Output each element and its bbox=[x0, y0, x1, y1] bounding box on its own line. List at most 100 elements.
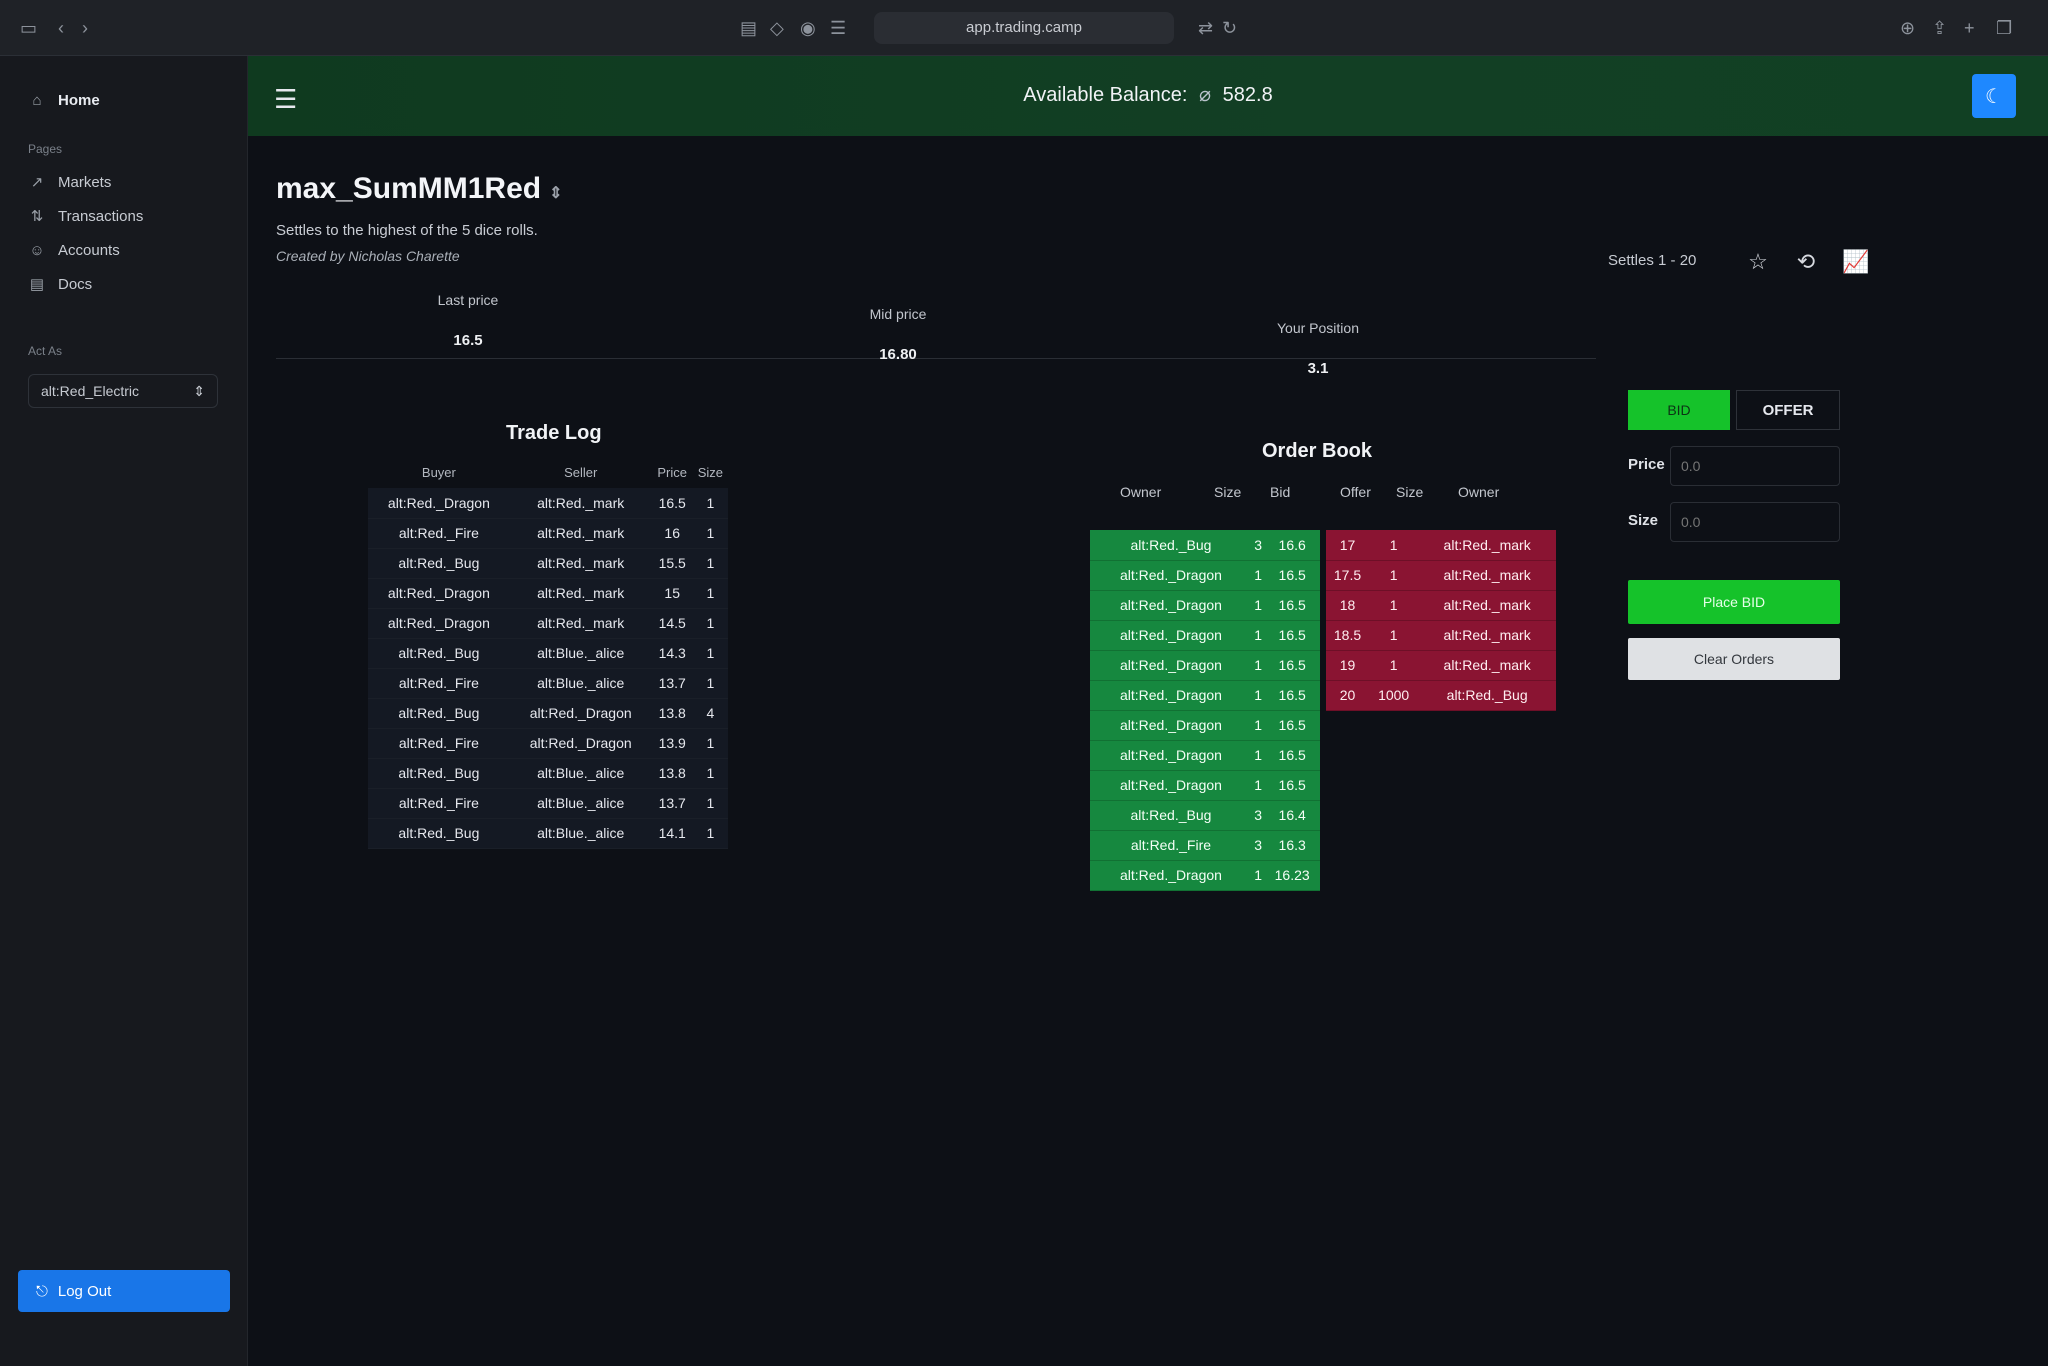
sidebar-item-home[interactable]: ⌂ Home bbox=[28, 86, 100, 114]
sidebar-item-accounts[interactable]: ☺ Accounts bbox=[28, 236, 119, 264]
price-input[interactable] bbox=[1670, 446, 1840, 486]
table-cell: 13.8 bbox=[651, 698, 693, 729]
offer-row[interactable]: 20 1000 alt:Red._Bug bbox=[1326, 680, 1556, 711]
sidebar-toggle-icon[interactable]: ▭ bbox=[20, 16, 37, 40]
market-title[interactable]: max_SumMM1Red ⇕ bbox=[276, 172, 562, 206]
table-cell: alt:Red._Bug bbox=[368, 638, 510, 669]
table-cell: 1 bbox=[1251, 560, 1265, 591]
trade-row[interactable]: alt:Red._Fire alt:Red._mark 16 1 bbox=[368, 518, 728, 549]
history-button[interactable]: ⟲ bbox=[1786, 242, 1826, 282]
trade-row[interactable]: alt:Red._Fire alt:Red._Dragon 13.9 1 bbox=[368, 728, 728, 759]
size-input[interactable] bbox=[1670, 502, 1840, 542]
menu-icon[interactable]: ☰ bbox=[274, 84, 297, 115]
trade-row[interactable]: alt:Red._Bug alt:Blue._alice 14.1 1 bbox=[368, 818, 728, 849]
forward-icon[interactable]: › bbox=[82, 16, 88, 40]
clear-orders-button[interactable]: Clear Orders bbox=[1628, 638, 1840, 680]
offer-row[interactable]: 18 1 alt:Red._mark bbox=[1326, 590, 1556, 621]
offer-row[interactable]: 18.5 1 alt:Red._mark bbox=[1326, 620, 1556, 651]
bid-row[interactable]: alt:Red._Fire 3 16.3 bbox=[1090, 830, 1320, 861]
table-cell: alt:Red._Bug bbox=[1090, 530, 1252, 561]
table-cell: alt:Red._Bug bbox=[368, 698, 510, 729]
offer-row[interactable]: 19 1 alt:Red._mark bbox=[1326, 650, 1556, 681]
table-cell: 3 bbox=[1251, 830, 1265, 861]
last-price-label: Last price bbox=[437, 292, 499, 308]
share-icon[interactable]: ⇪ bbox=[1932, 16, 1947, 40]
trade-row[interactable]: alt:Red._Fire alt:Blue._alice 13.7 1 bbox=[368, 668, 728, 699]
table-cell: alt:Red._Fire bbox=[368, 668, 510, 699]
table-cell: alt:Red._Dragon bbox=[1090, 680, 1252, 711]
bid-row[interactable]: alt:Red._Bug 3 16.6 bbox=[1090, 530, 1320, 561]
offer-tab[interactable]: OFFER bbox=[1736, 390, 1840, 430]
back-icon[interactable]: ‹ bbox=[58, 16, 64, 40]
bid-row[interactable]: alt:Red._Dragon 1 16.5 bbox=[1090, 650, 1320, 681]
bid-row[interactable]: alt:Red._Dragon 1 16.5 bbox=[1090, 740, 1320, 771]
extension-icon[interactable]: ☰ bbox=[830, 16, 846, 40]
bid-row[interactable]: alt:Red._Dragon 1 16.5 bbox=[1090, 590, 1320, 621]
address-bar[interactable]: app.trading.camp bbox=[874, 12, 1174, 44]
trade-row[interactable]: alt:Red._Bug alt:Red._Dragon 13.8 4 bbox=[368, 698, 728, 729]
sidebar-item-transactions[interactable]: ⇅ Transactions bbox=[28, 202, 144, 230]
act-as-value: alt:Red_Electric bbox=[41, 383, 140, 399]
bid-tab[interactable]: BID bbox=[1628, 390, 1730, 430]
table-cell: alt:Red._Dragon bbox=[1090, 740, 1252, 771]
star-button[interactable]: ☆ bbox=[1738, 242, 1778, 282]
last-price-stat: Last price 16.5 bbox=[348, 292, 588, 349]
table-cell: alt:Red._Dragon bbox=[1090, 650, 1252, 681]
bid-row[interactable]: alt:Red._Dragon 1 16.5 bbox=[1090, 710, 1320, 741]
trade-row[interactable]: alt:Red._Dragon alt:Red._mark 15 1 bbox=[368, 578, 728, 609]
column-header: Price bbox=[657, 464, 687, 480]
table-cell: 14.5 bbox=[651, 608, 693, 639]
order-side-toggle: BID OFFER bbox=[1628, 390, 1840, 430]
table-cell: 1 bbox=[692, 608, 728, 639]
table-cell: 14.3 bbox=[651, 638, 693, 669]
sidebar-item-docs[interactable]: ▤ Docs bbox=[28, 270, 92, 298]
reload-icon[interactable]: ↻ bbox=[1222, 16, 1237, 40]
table-cell: alt:Red._mark bbox=[509, 518, 652, 549]
table-cell: 18.5 bbox=[1326, 620, 1370, 651]
privacy-icon[interactable]: ◉ bbox=[800, 16, 816, 40]
transfer-icon: ⇅ bbox=[30, 208, 44, 225]
sidebar-item-markets[interactable]: ↗ Markets bbox=[28, 168, 112, 196]
bid-row[interactable]: alt:Red._Dragon 1 16.5 bbox=[1090, 770, 1320, 801]
table-cell: 16 bbox=[651, 518, 693, 549]
bid-row[interactable]: alt:Red._Bug 3 16.4 bbox=[1090, 800, 1320, 831]
trade-row[interactable]: alt:Red._Fire alt:Blue._alice 13.7 1 bbox=[368, 788, 728, 819]
offer-row[interactable]: 17 1 alt:Red._mark bbox=[1326, 530, 1556, 561]
new-tab-icon[interactable]: + bbox=[1964, 16, 1975, 40]
chart-icon: 📈 bbox=[1842, 249, 1870, 274]
theme-toggle-button[interactable]: ☾ bbox=[1972, 74, 2016, 118]
trade-log-title: Trade Log bbox=[506, 422, 602, 444]
table-cell: 16.5 bbox=[1264, 590, 1320, 621]
bid-row[interactable]: alt:Red._Dragon 1 16.23 bbox=[1090, 860, 1320, 891]
person-icon: ☺ bbox=[29, 241, 45, 259]
bid-row[interactable]: alt:Red._Dragon 1 16.5 bbox=[1090, 560, 1320, 591]
mid-price-stat: Mid price 16.80 bbox=[778, 306, 1018, 363]
trade-row[interactable]: alt:Red._Bug alt:Red._mark 15.5 1 bbox=[368, 548, 728, 579]
trade-row[interactable]: alt:Red._Bug alt:Blue._alice 14.3 1 bbox=[368, 638, 728, 669]
sidebar: ⌂ Home Pages ↗ Markets ⇅ Transactions ☺ … bbox=[0, 56, 248, 1366]
chart-button[interactable]: 📈 bbox=[1836, 242, 1876, 282]
offer-row[interactable]: 17.5 1 alt:Red._mark bbox=[1326, 560, 1556, 591]
trade-row[interactable]: alt:Red._Dragon alt:Red._mark 14.5 1 bbox=[368, 608, 728, 639]
table-cell: 18 bbox=[1326, 590, 1370, 621]
trade-row[interactable]: alt:Red._Bug alt:Blue._alice 13.8 1 bbox=[368, 758, 728, 789]
mid-price-label: Mid price bbox=[869, 306, 927, 322]
paperclip-icon: ⌀ bbox=[1199, 84, 1212, 106]
table-cell: alt:Red._Dragon bbox=[509, 728, 652, 759]
shield-icon[interactable]: ◇ bbox=[770, 16, 784, 40]
table-cell: 20 bbox=[1326, 680, 1370, 711]
table-cell: 1 bbox=[692, 818, 728, 849]
bid-row[interactable]: alt:Red._Dragon 1 16.5 bbox=[1090, 680, 1320, 711]
bid-row[interactable]: alt:Red._Dragon 1 16.5 bbox=[1090, 620, 1320, 651]
reader-icon[interactable]: ▤ bbox=[740, 16, 757, 40]
table-cell: alt:Red._Bug bbox=[368, 818, 510, 849]
act-as-select[interactable]: alt:Red_Electric ⇕ bbox=[28, 374, 218, 408]
place-order-button[interactable]: Place BID bbox=[1628, 580, 1840, 624]
last-price-value: 16.5 bbox=[453, 332, 483, 349]
sidebar-item-label: Home bbox=[58, 91, 100, 109]
trade-row[interactable]: alt:Red._Dragon alt:Red._mark 16.5 1 bbox=[368, 488, 728, 519]
tabs-overview-icon[interactable]: ❐ bbox=[1996, 16, 2012, 40]
translate-icon[interactable]: ⇄ bbox=[1198, 16, 1213, 40]
logout-button[interactable]: ⎋ Log Out bbox=[18, 1270, 230, 1312]
download-icon[interactable]: ⊕ bbox=[1900, 16, 1915, 40]
